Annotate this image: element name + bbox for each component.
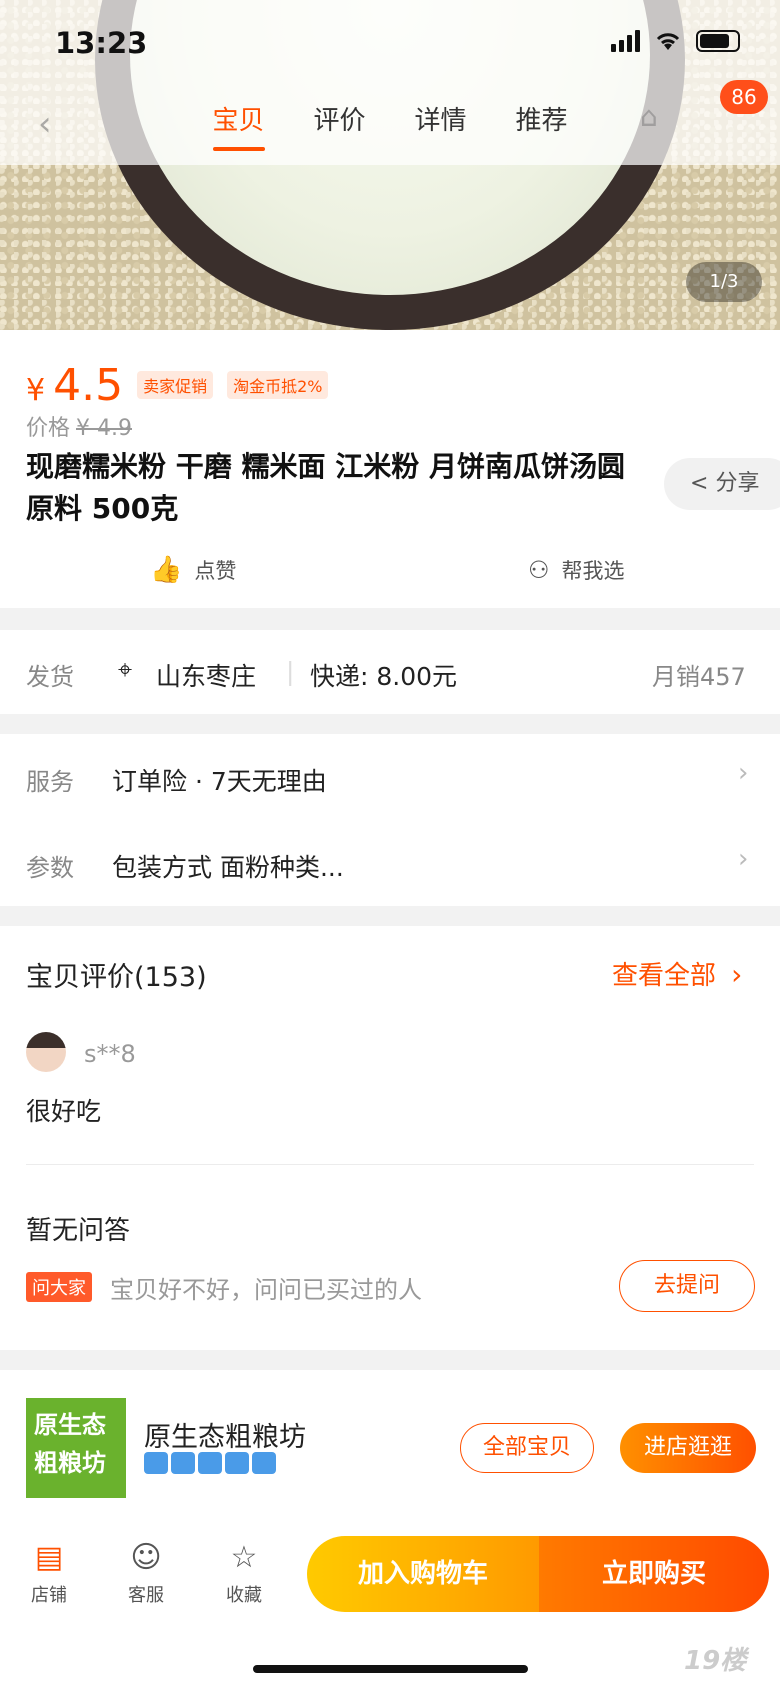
promo-tag: 卖家促销 [137,371,214,399]
currency-symbol: ¥ [26,373,46,408]
like-label: 点赞 [194,559,237,583]
people-icon: ⚇ [528,556,550,584]
crown-icon [225,1452,249,1474]
tab-reviews[interactable]: 评价 [289,100,390,137]
shipping-label: 发货 [26,663,74,691]
tab-bar: 宝贝 评价 详情 推荐 [0,100,780,137]
signal-icon [611,30,640,52]
tab-item[interactable]: 宝贝 [188,100,289,137]
like-button[interactable]: 👍 点赞 [150,555,236,585]
review-text: 很好吃 [26,1097,102,1126]
coin-tag: 淘金币抵2% [227,371,329,399]
share-button[interactable]: < 分享 [664,458,780,510]
location-pin-icon: ⌖ [118,655,133,684]
nav-store-label: 店铺 [31,1585,67,1606]
share-icon: < [690,471,709,496]
wifi-icon [656,33,680,50]
thumbs-up-icon: 👍 [150,555,183,585]
tab-details[interactable]: 详情 [390,100,491,137]
nav-favorite[interactable]: ☆ 收藏 [214,1540,274,1607]
service-label: 服务 [26,768,74,796]
product-image-gallery[interactable]: 13:23 ‹ ⌂ 86 宝贝 评价 详情 推荐 1/3 [0,0,780,330]
star-icon: ☆ [230,1540,258,1575]
original-price-row: 价格 ¥ 4.9 [26,410,132,442]
express-fee: 快递: 8.00元 [310,662,458,691]
crown-icon [252,1452,276,1474]
nav-service-label: 客服 [128,1585,164,1606]
price-row: ¥ 4.5 卖家促销 淘金币抵2% [26,360,329,411]
battery-icon [696,30,740,52]
crown-icon [198,1452,222,1474]
monthly-sales: 月销457 [652,663,746,691]
shop-rating-crowns [144,1452,276,1474]
ask-question-button[interactable]: 去提问 [619,1260,755,1312]
original-price: ¥ 4.9 [76,416,132,441]
view-all-reviews-button[interactable]: 查看全部 › [612,955,742,992]
avatar [26,1032,66,1072]
params-label: 参数 [26,854,74,882]
share-label: 分享 [715,471,760,496]
help-choose-label: 帮我选 [561,559,625,583]
nav-favorite-label: 收藏 [226,1585,262,1606]
service-value: 订单险 · 7天无理由 [112,767,327,796]
top-bar [0,0,780,165]
divider [26,1164,754,1165]
crown-icon [144,1452,168,1474]
status-time: 13:23 [55,26,148,60]
customer-service-icon: ☺ [130,1540,162,1575]
ship-location: 山东枣庄 [156,662,257,691]
nav-store[interactable]: ▤ 店铺 [19,1540,79,1607]
site-watermark: 19楼 [684,1646,747,1676]
reviews-title: 宝贝评价(153) [26,962,207,993]
shop-logo[interactable]: 原生态粗粮坊 [26,1398,126,1498]
home-indicator[interactable] [253,1665,528,1673]
crown-icon [171,1452,195,1474]
qa-title: 暂无问答 [26,1216,131,1246]
ask-everyone-tag: 问大家 [26,1272,92,1302]
view-all-label: 查看全部 [612,961,717,991]
all-items-button[interactable]: 全部宝贝 [460,1423,594,1473]
params-value: 包装方式 面粉种类... [112,853,344,882]
enter-shop-button[interactable]: 进店逛逛 [620,1423,756,1473]
shop-name[interactable]: 原生态粗粮坊 [144,1415,306,1454]
add-to-cart-button[interactable]: 加入购物车 [307,1536,539,1612]
gallery-pager: 1/3 [686,262,762,302]
price-value: 4.5 [53,360,124,411]
reviewer-name: s**8 [84,1040,136,1068]
status-icons [611,30,740,52]
tab-recommend[interactable]: 推荐 [491,100,592,137]
product-title: 现磨糯米粉 干磨 糯米面 江米粉 月饼南瓜饼汤圆原料 500克 [26,450,625,525]
chevron-right-icon: › [731,958,743,991]
store-icon: ▤ [34,1540,64,1575]
help-choose-button[interactable]: ⚇ 帮我选 [528,555,625,585]
chevron-right-icon: › [738,758,749,788]
active-tab-indicator [213,147,265,151]
buy-now-button[interactable]: 立即购买 [539,1536,769,1612]
original-price-label: 价格 [26,416,71,441]
chevron-right-icon: › [738,844,749,874]
nav-service[interactable]: ☺ 客服 [116,1540,176,1607]
qa-hint: 宝贝好不好，问问已买过的人 [110,1276,422,1304]
separator: | [286,657,295,686]
